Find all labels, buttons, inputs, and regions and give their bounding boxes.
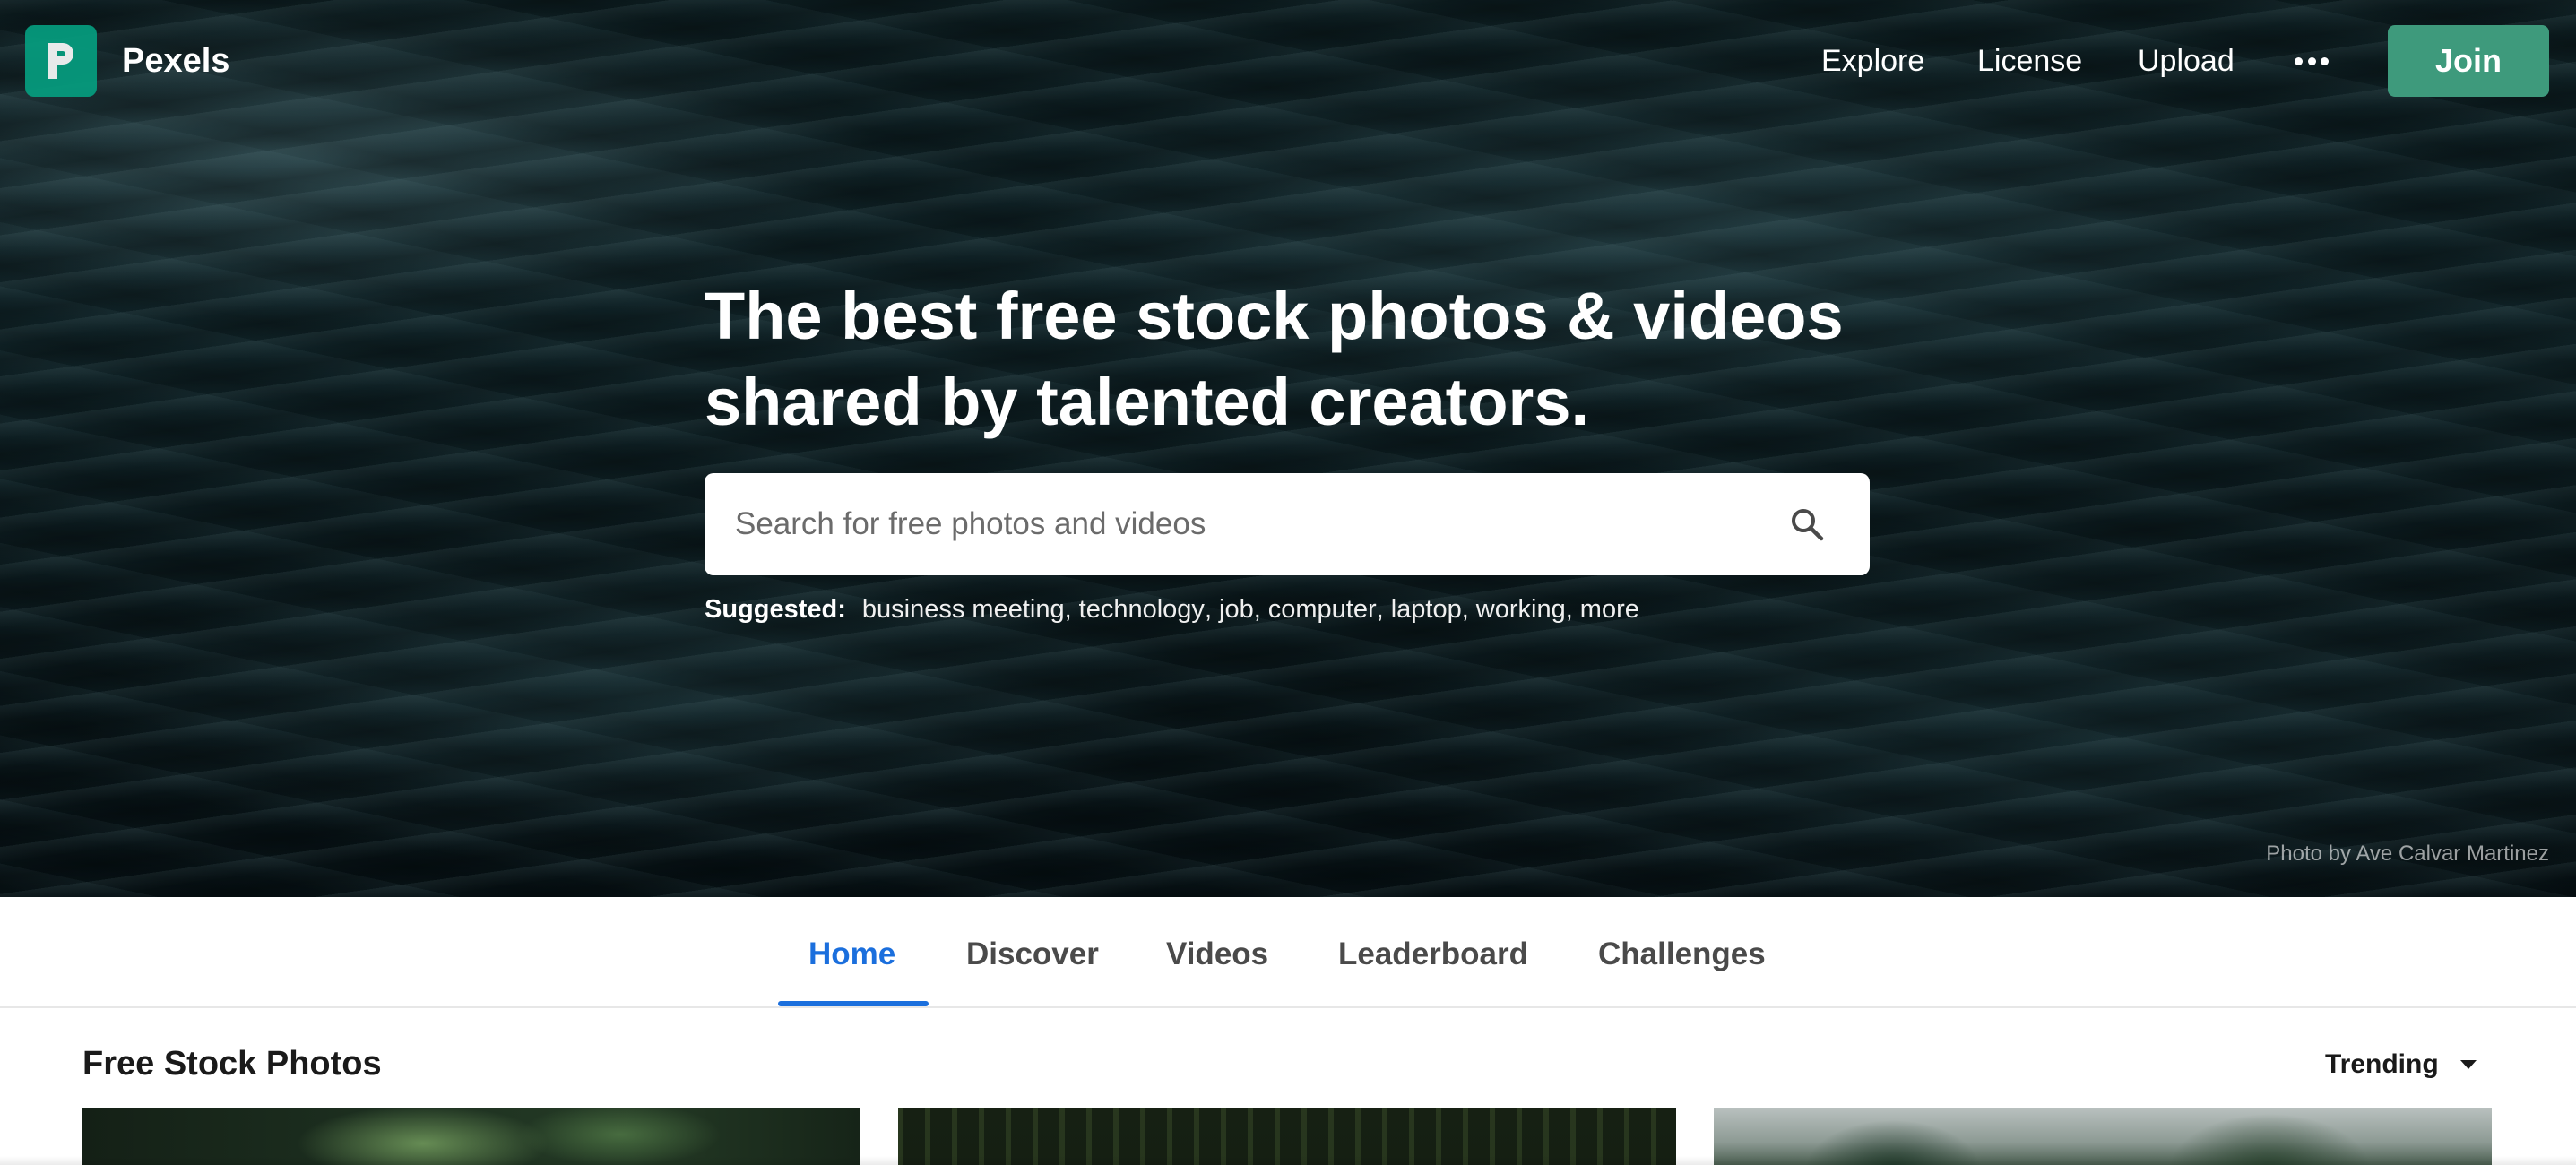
nav-upload[interactable]: Upload [2138,39,2235,82]
suggestion-laptop[interactable]: laptop [1391,595,1462,625]
tab-videos[interactable]: Videos [1166,935,1268,974]
nav-explore[interactable]: Explore [1821,39,1924,82]
headline-line-2: shared by talented creators. [705,365,1590,439]
tab-challenges[interactable]: Challenges [1598,935,1766,974]
suggestion-job[interactable]: job [1219,595,1254,625]
more-menu-icon[interactable] [2295,56,2329,66]
hero-headline: The best free stock photos & videos shar… [705,273,1888,445]
tab-leaderboard[interactable]: Leaderboard [1338,935,1528,974]
headline-line-1: The best free stock photos & videos [705,279,1844,353]
brand-name[interactable]: Pexels [122,39,229,82]
section-title: Free Stock Photos [82,1045,382,1083]
suggestion-more[interactable]: more [1580,595,1639,625]
suggested-searches: Suggested: business meeting, technology,… [705,594,1639,625]
main-tabs: Home Discover Videos Leaderboard Challen… [0,897,2576,1008]
suggestion-working[interactable]: working [1476,595,1566,625]
sort-dropdown[interactable]: Trending [2325,1047,2477,1083]
caret-down-icon [2459,1060,2477,1069]
suggested-label: Suggested: [705,594,846,624]
active-tab-indicator [778,1001,929,1006]
join-button[interactable]: Join [2388,25,2549,97]
tab-home[interactable]: Home [808,935,895,974]
tab-discover[interactable]: Discover [966,935,1099,974]
search-bar [705,473,1870,575]
nav-license[interactable]: License [1977,39,2082,82]
suggestion-business-meeting[interactable]: business meeting [862,595,1065,625]
search-icon[interactable] [1789,506,1825,542]
search-input[interactable] [735,473,1721,575]
suggestion-computer[interactable]: computer [1268,595,1377,625]
pexels-logo[interactable] [25,25,97,97]
sort-selected-label: Trending [2325,1049,2439,1079]
photo-credit[interactable]: Photo by Ave Calvar Martinez [2266,841,2549,867]
suggestion-technology[interactable]: technology [1079,595,1205,625]
pexels-logo-icon [48,43,73,79]
hero-banner [0,0,2576,897]
